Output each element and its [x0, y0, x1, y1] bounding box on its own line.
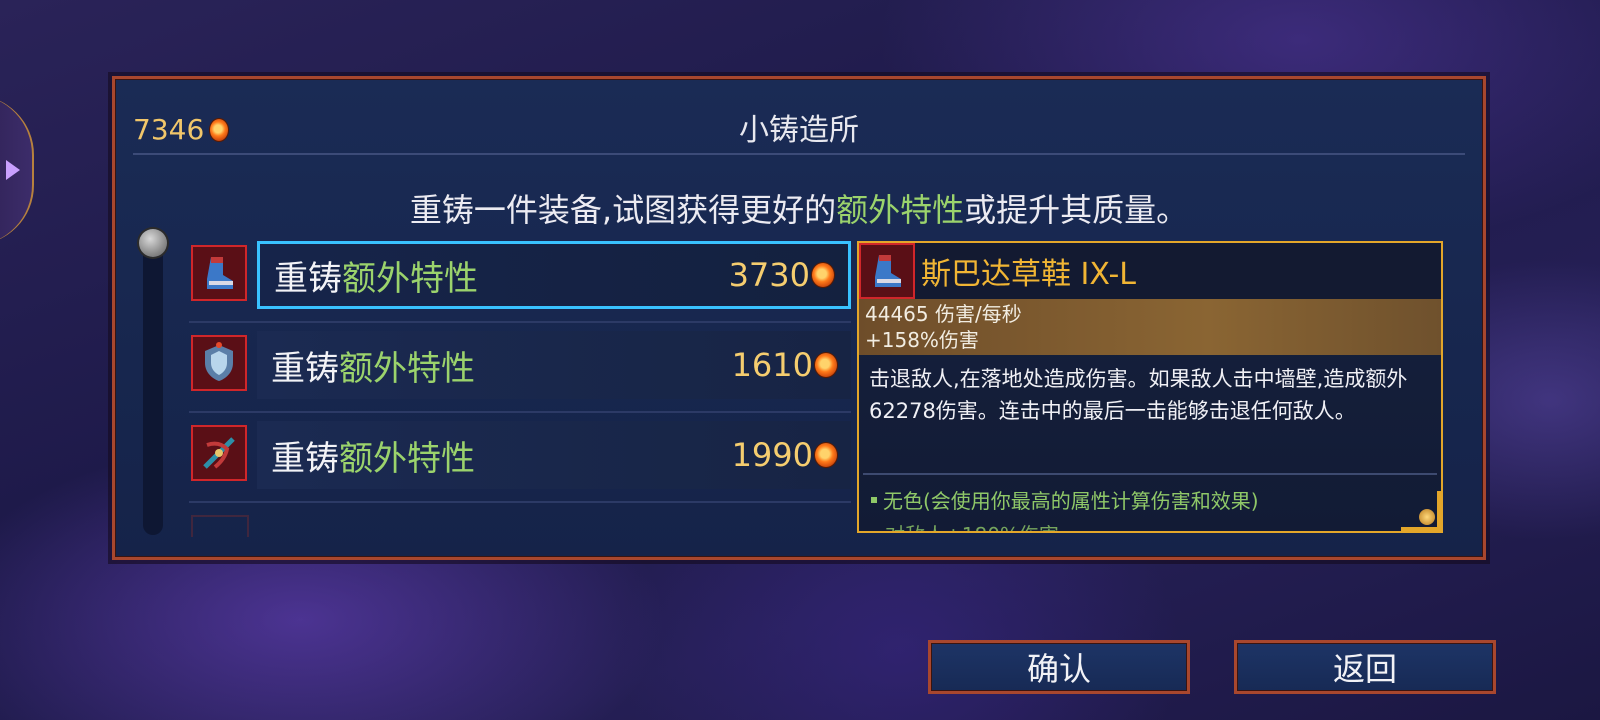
description-prefix: 重铸一件装备,试图获得更好的: [409, 191, 837, 229]
reforge-option-boots[interactable]: 重铸额外特性 3730: [189, 241, 851, 313]
reforge-option-bar[interactable]: 重铸额外特性 1990: [257, 421, 851, 489]
scrollbar-thumb[interactable]: [139, 229, 167, 257]
crossbow-icon: [191, 425, 247, 481]
reforge-cost: 3730: [729, 256, 834, 294]
row-divider: [189, 411, 851, 413]
reforge-cost: 1610: [732, 346, 837, 384]
reforge-option-bar[interactable]: 重铸额外特性 3730: [257, 241, 851, 309]
panel-title: 小铸造所: [739, 113, 859, 148]
title-divider: [133, 153, 1465, 155]
forge-panel: 7346 小铸造所 重铸一件装备,试图获得更好的额外特性或提升其质量。 重铸额外…: [112, 76, 1486, 560]
row-divider: [189, 321, 851, 323]
reforge-option-bar[interactable]: 重铸额外特性 1610: [257, 331, 851, 399]
shield-icon: [191, 335, 247, 391]
expand-arrow-icon[interactable]: [6, 160, 20, 180]
reforge-cost: 1990: [732, 436, 837, 474]
gold-coin-icon: [815, 353, 837, 377]
boots-icon: [859, 243, 915, 299]
confirm-button[interactable]: 确认: [928, 640, 1190, 694]
reforge-option-label: 重铸额外特性: [274, 258, 478, 299]
item-name: 斯巴达草鞋 IX-L: [921, 257, 1136, 292]
row-divider: [189, 501, 851, 503]
gold-coin-icon: [812, 263, 834, 287]
tooltip-divider: [863, 473, 1437, 475]
tooltip-header: 斯巴达草鞋 IX-L: [859, 243, 1441, 299]
back-button[interactable]: 返回: [1234, 640, 1496, 694]
reforge-option-crossbow[interactable]: 重铸额外特性 1990: [189, 421, 851, 493]
bullet-icon: [871, 496, 877, 503]
gold-coin-icon: [815, 443, 837, 467]
tooltip-corner-knob: [1419, 509, 1435, 525]
item-dps: 44465 伤害/每秒: [865, 302, 1022, 326]
item-tooltip: 斯巴达草鞋 IX-L 44465 伤害/每秒 +158%伤害 击退敌人,在落地处…: [857, 241, 1443, 533]
reforge-option-label: 重铸额外特性: [271, 348, 475, 389]
scrollbar-track[interactable]: [143, 239, 163, 535]
item-stats: 44465 伤害/每秒 +158%伤害: [859, 299, 1441, 355]
description-highlight: 额外特性: [836, 191, 965, 229]
boots-icon: [191, 245, 247, 301]
description-suffix: 或提升其质量。: [964, 191, 1189, 229]
reforge-option-shield[interactable]: 重铸额外特性 1610: [189, 331, 851, 403]
next-item-icon-partial: [191, 515, 249, 537]
panel-description: 重铸一件装备,试图获得更好的额外特性或提升其质量。: [115, 185, 1483, 231]
item-description: 击退敌人,在落地处造成伤害。如果敌人击中墙壁,造成额外62278伤害。连击中的最…: [869, 367, 1408, 423]
reforge-option-label: 重铸额外特性: [271, 438, 475, 479]
item-bonus: +158%伤害: [865, 328, 979, 352]
item-affix-partial: 对敌人+180%伤害: [885, 519, 1059, 531]
item-affix: 无色(会使用你最高的属性计算伤害和效果): [871, 485, 1259, 514]
